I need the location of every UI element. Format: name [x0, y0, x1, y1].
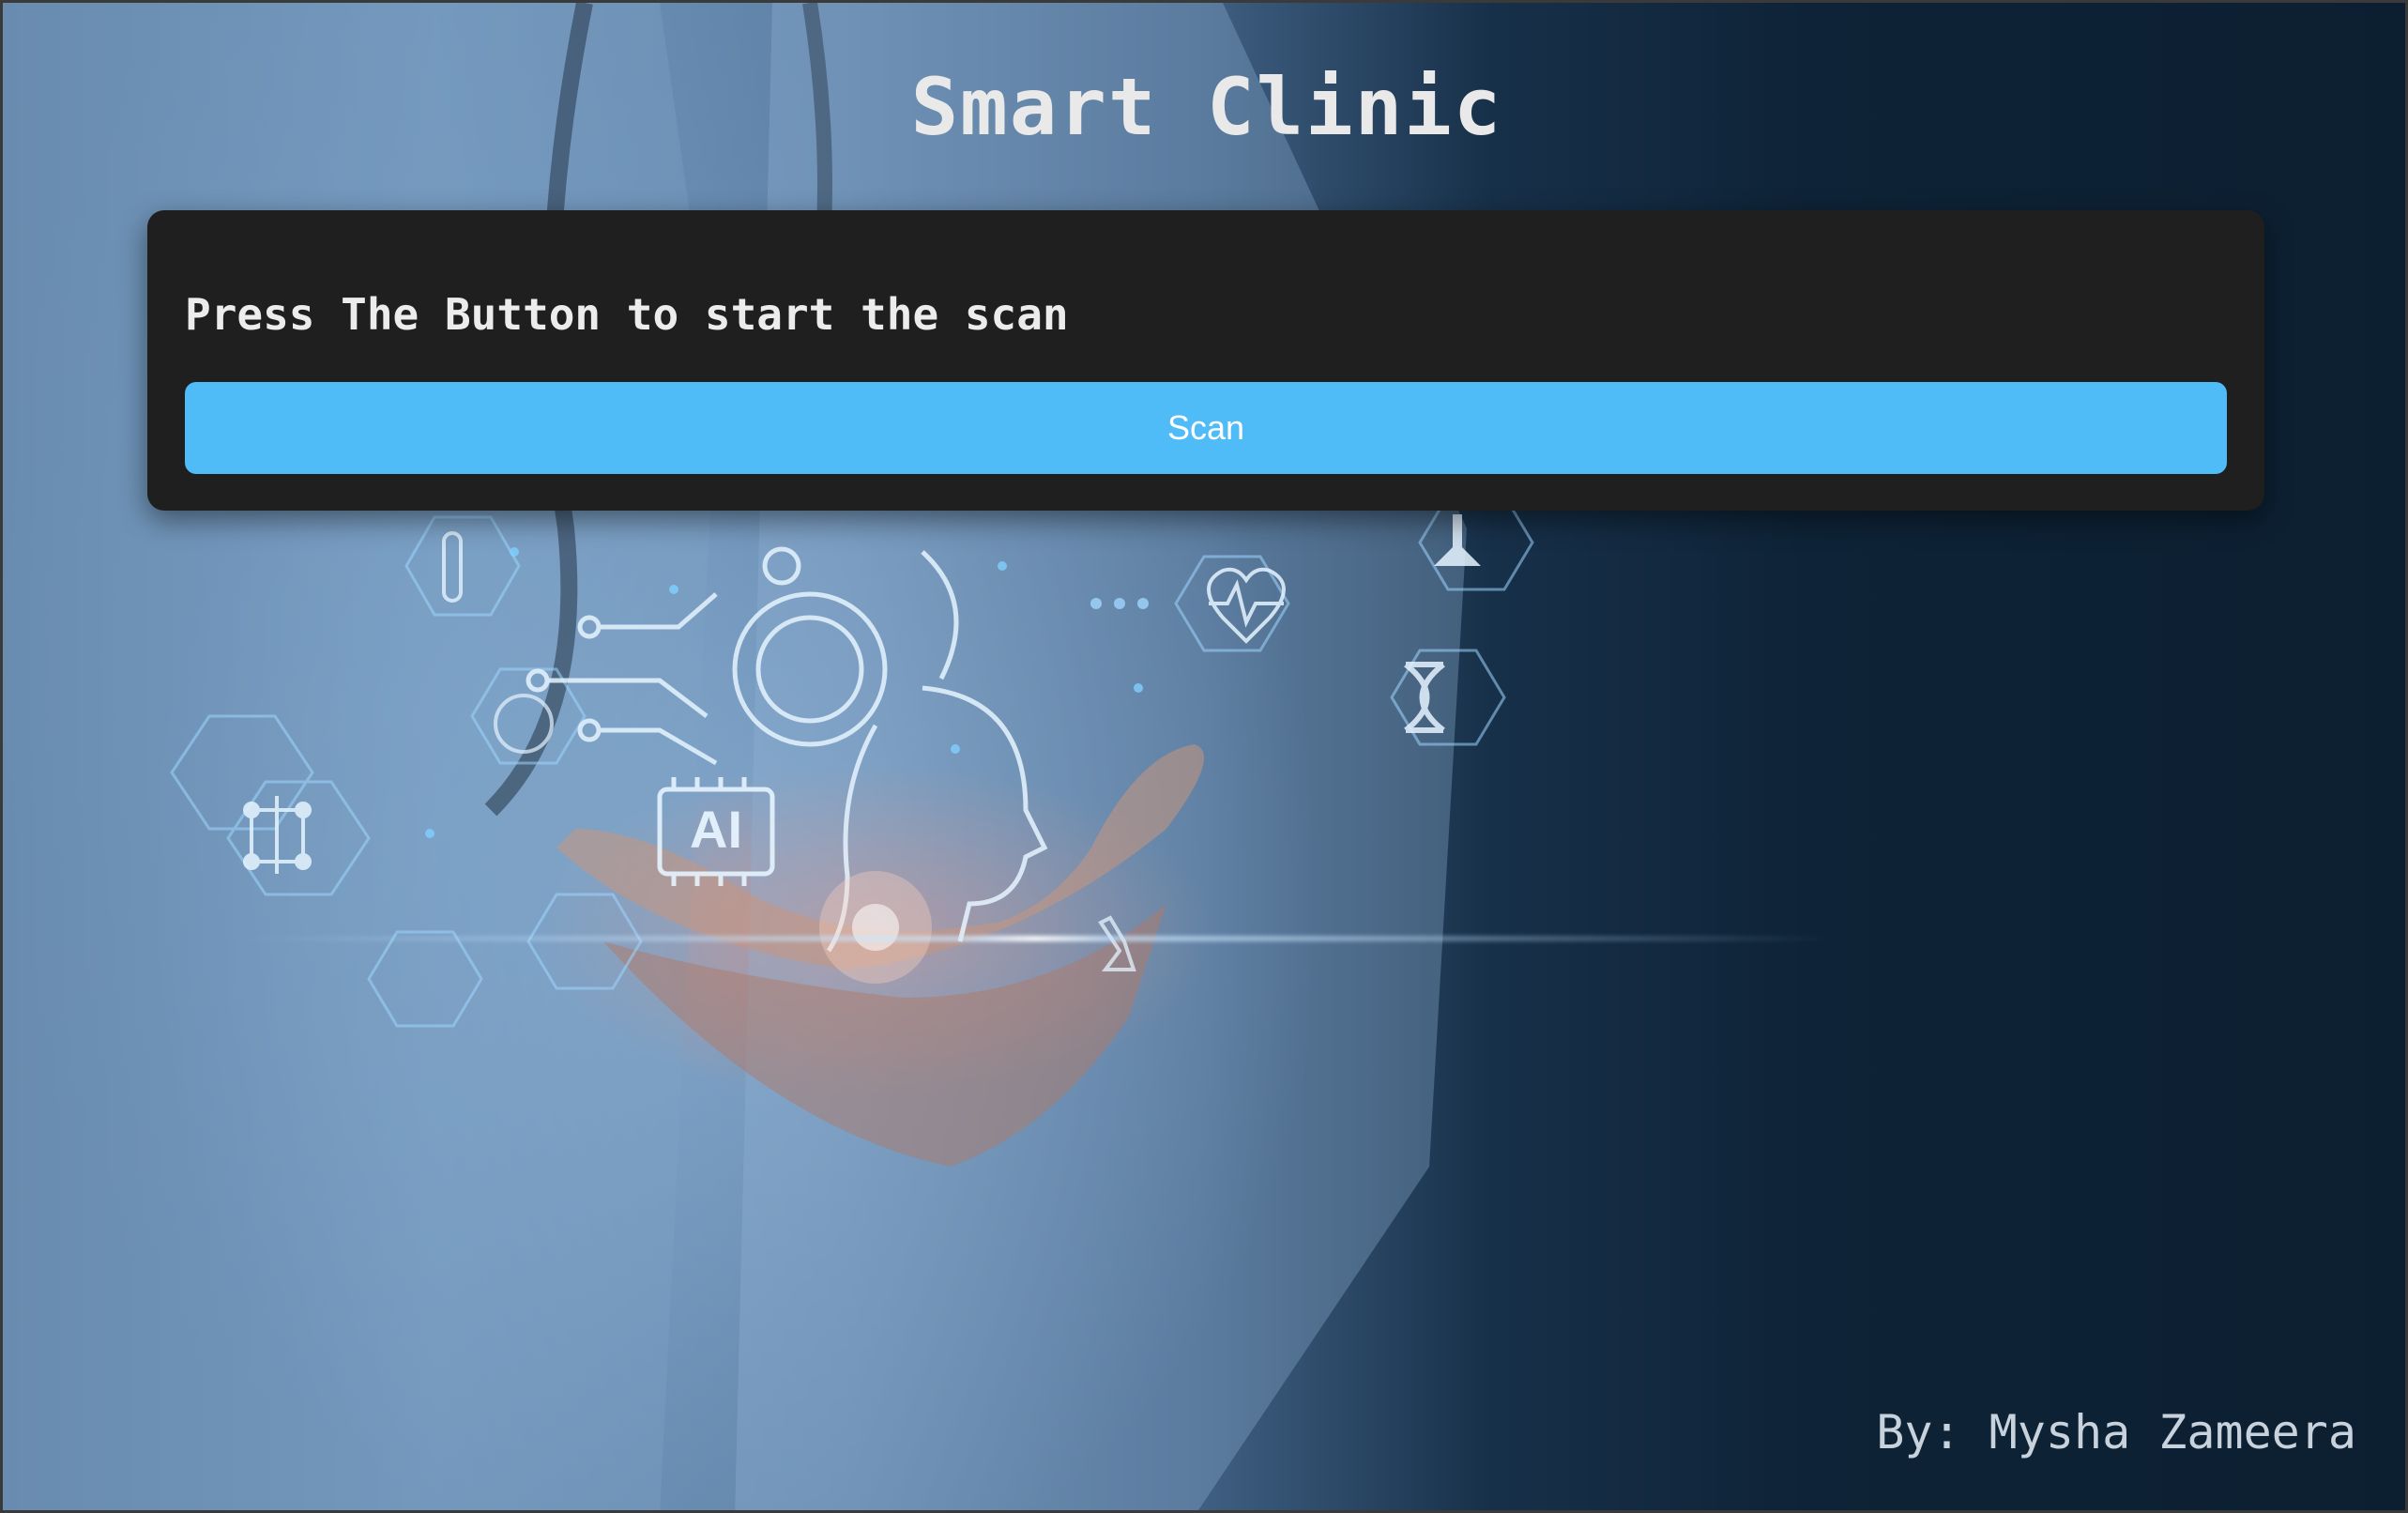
ai-chip-label: AI [690, 800, 742, 859]
scan-card: Press The Button to start the scan Scan [147, 210, 2264, 511]
author-credit: By: Mysha Zameera [1876, 1405, 2356, 1460]
page-frame: AI Smart Clinic Press The Button to star… [0, 0, 2408, 1513]
scan-button[interactable]: Scan [185, 382, 2227, 474]
light-flare [237, 936, 1833, 941]
page-title: Smart Clinic [910, 61, 1503, 153]
scan-prompt: Press The Button to start the scan [185, 289, 1069, 340]
